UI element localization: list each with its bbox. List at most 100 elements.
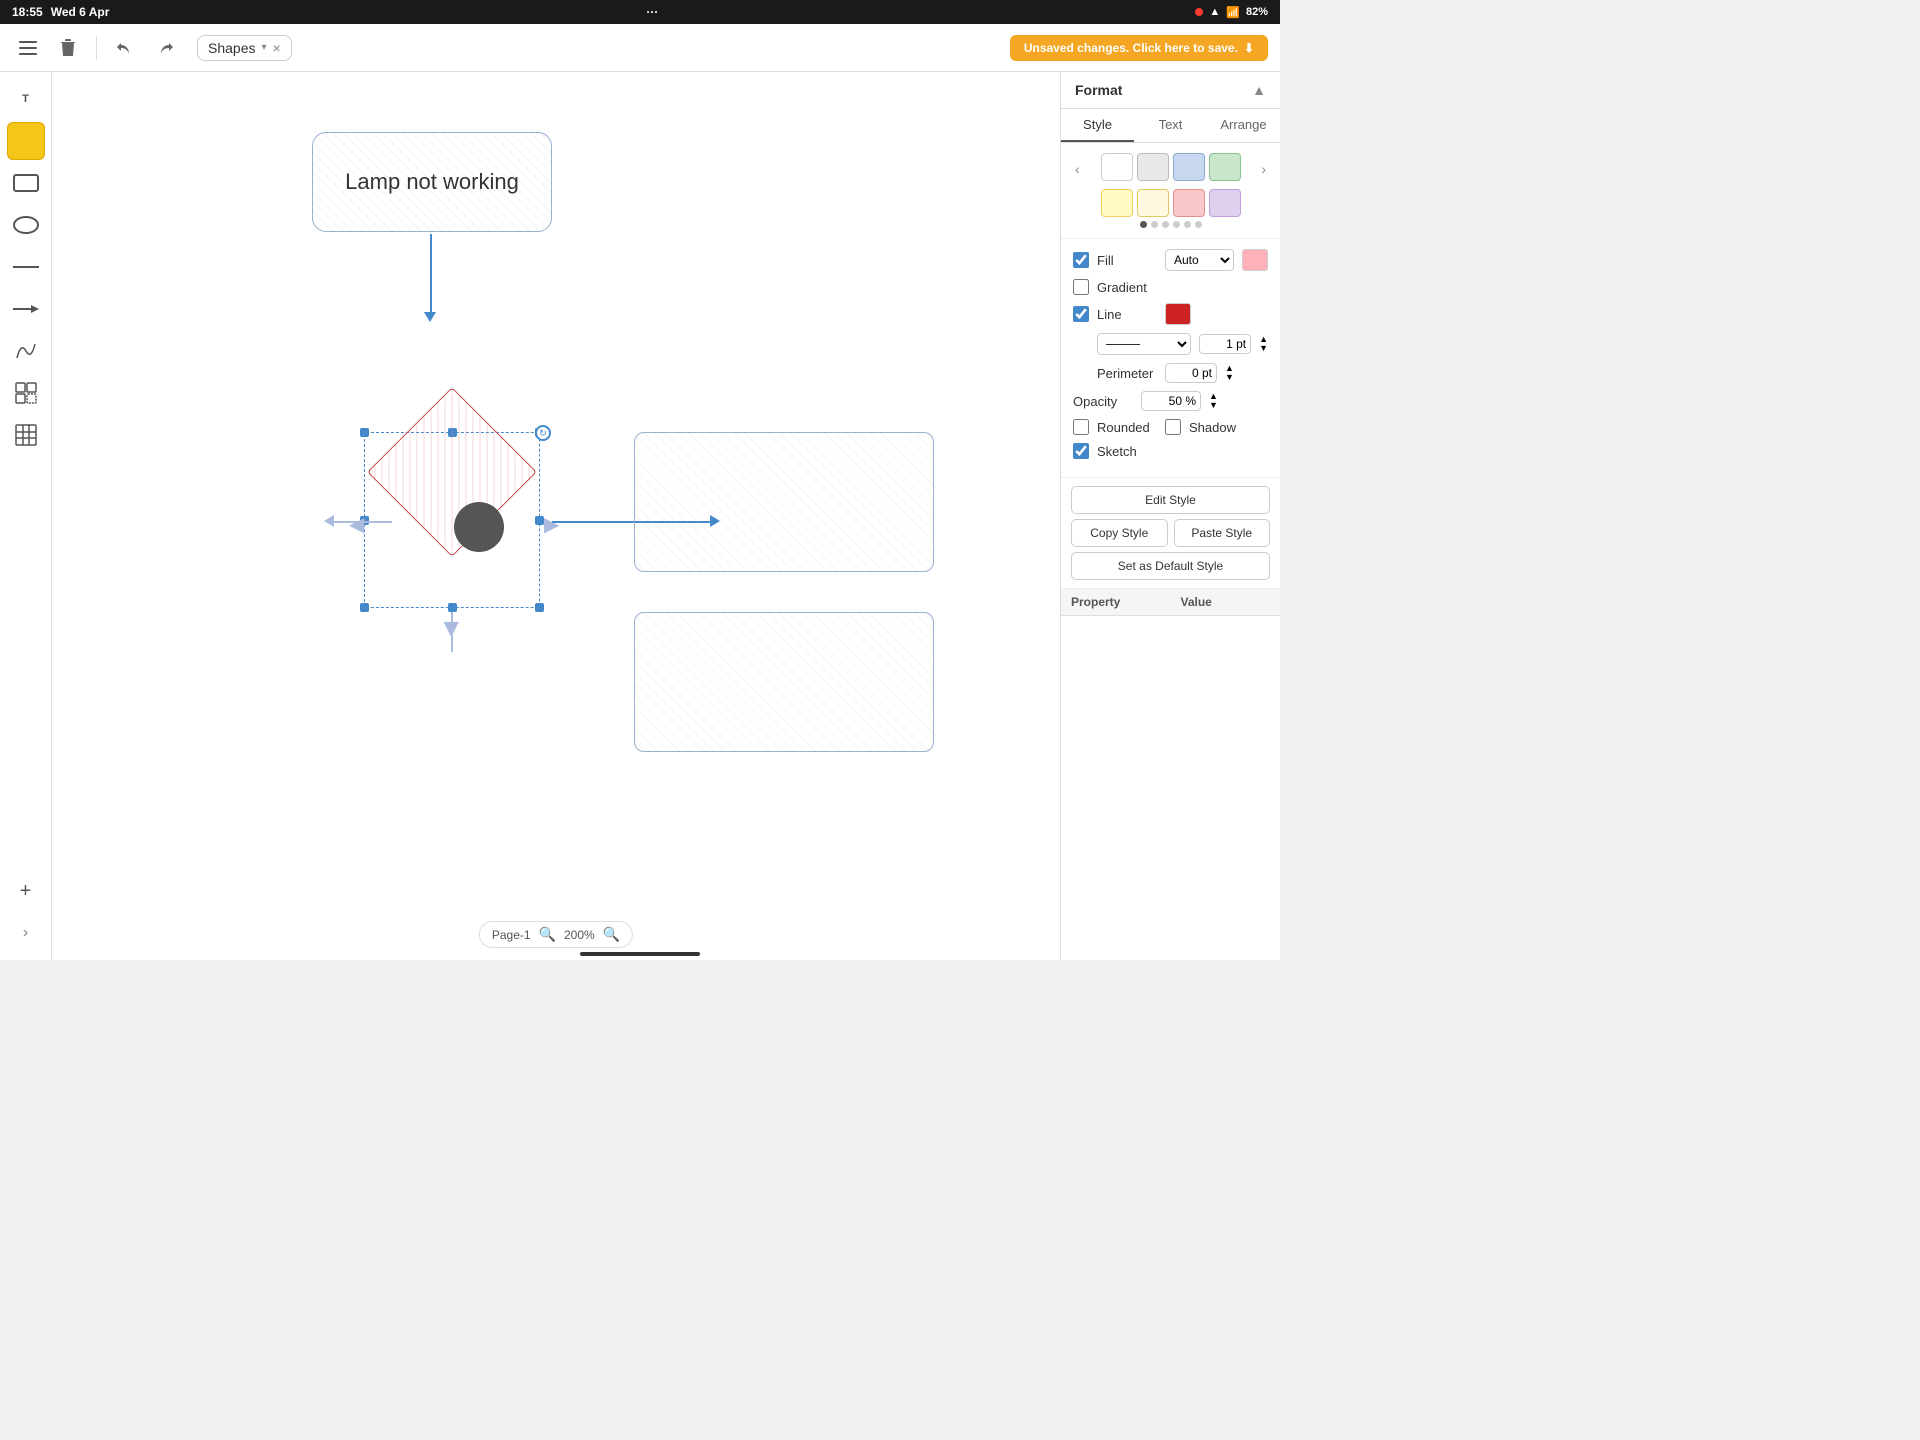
tool-table[interactable] <box>7 416 45 454</box>
line-style-dropdown[interactable]: ──── <box>1097 333 1191 355</box>
tool-freehand[interactable] <box>7 332 45 370</box>
handle-bc[interactable] <box>448 603 457 612</box>
save-banner[interactable]: Unsaved changes. Click here to save. ⬇ <box>1010 35 1268 61</box>
handle-mr[interactable] <box>535 516 544 525</box>
save-icon: ⬇ <box>1244 41 1254 55</box>
swatch-dot-4[interactable] <box>1173 221 1180 228</box>
rotate-handle[interactable]: ↻ <box>535 425 551 441</box>
right-panel: Format ▲ Style Text Arrange ‹ › <box>1060 72 1280 960</box>
line-checkbox[interactable] <box>1073 306 1089 322</box>
lamp-box-label: Lamp not working <box>345 169 519 195</box>
panel-title: Format <box>1075 82 1122 98</box>
tool-yellow-box[interactable] <box>7 122 45 160</box>
tool-more[interactable]: › <box>7 914 45 952</box>
perimeter-down[interactable]: ▼ <box>1225 373 1234 382</box>
gradient-label: Gradient <box>1097 280 1157 295</box>
filename-chevron: ▾ <box>261 42 266 53</box>
copy-paste-row: Copy Style Paste Style <box>1071 519 1270 547</box>
status-bar: 18:55 Wed 6 Apr ··· ▲ 📶 82% <box>0 0 1280 24</box>
swatch-dot-5[interactable] <box>1184 221 1191 228</box>
set-default-style-button[interactable]: Set as Default Style <box>1071 552 1270 580</box>
rounded-label: Rounded <box>1097 420 1157 435</box>
line-width-down[interactable]: ▼ <box>1259 344 1268 353</box>
circle-indicator[interactable] <box>454 502 504 552</box>
delete-button[interactable] <box>52 32 84 64</box>
close-tab-button[interactable]: × <box>273 40 281 56</box>
rounded-checkbox[interactable] <box>1073 419 1089 435</box>
handle-br[interactable] <box>535 603 544 612</box>
sketch-checkbox[interactable] <box>1073 443 1089 459</box>
handle-bl[interactable] <box>360 603 369 612</box>
canvas[interactable]: Lamp not working ↻ ◀ ▶ <box>52 72 1060 960</box>
perimeter-input[interactable] <box>1165 363 1217 383</box>
arrow-down-2 <box>451 612 453 652</box>
handle-tl[interactable] <box>360 428 369 437</box>
tool-line[interactable] <box>7 248 45 286</box>
tool-add[interactable]: + <box>7 872 45 910</box>
right-box[interactable] <box>634 432 934 572</box>
bottom-box[interactable] <box>634 612 934 752</box>
toolbar: Shapes ▾ × Unsaved changes. Click here t… <box>0 24 1280 72</box>
shadow-checkbox[interactable] <box>1165 419 1181 435</box>
line-color-swatch[interactable] <box>1165 303 1191 325</box>
tool-shapes[interactable] <box>7 374 45 412</box>
swatch-dot-6[interactable] <box>1195 221 1202 228</box>
battery-icon: 82% <box>1246 6 1268 18</box>
copy-style-button[interactable]: Copy Style <box>1071 519 1168 547</box>
tool-arrow[interactable] <box>7 290 45 328</box>
gradient-row: Gradient <box>1073 279 1268 295</box>
tool-ellipse[interactable] <box>7 206 45 244</box>
tab-style[interactable]: Style <box>1061 109 1134 142</box>
swatch-next-arrow[interactable]: › <box>1257 159 1270 179</box>
dots-indicator: ··· <box>646 5 658 19</box>
tab-arrange[interactable]: Arrange <box>1207 109 1280 142</box>
zoom-level: 200% <box>564 928 595 942</box>
filename-label: Shapes <box>208 40 255 56</box>
arrowhead-1 <box>424 312 436 322</box>
fill-checkbox[interactable] <box>1073 252 1089 268</box>
swatch-light-yellow[interactable] <box>1137 189 1169 217</box>
swatch-pink[interactable] <box>1173 189 1205 217</box>
perimeter-label: Perimeter <box>1097 366 1157 381</box>
fill-row: Fill Auto <box>1073 249 1268 271</box>
swatch-yellow[interactable] <box>1101 189 1133 217</box>
undo-button[interactable] <box>109 32 141 64</box>
edit-style-button[interactable]: Edit Style <box>1071 486 1270 514</box>
zoom-out-button[interactable]: 🔍 <box>539 926 556 943</box>
swatch-light-blue[interactable] <box>1173 153 1205 181</box>
opacity-input[interactable] <box>1141 391 1201 411</box>
swatch-dot-3[interactable] <box>1162 221 1169 228</box>
opacity-label: Opacity <box>1073 394 1133 409</box>
panel-options: Fill Auto Gradient Line ──── <box>1061 238 1280 477</box>
panel-collapse-button[interactable]: ▲ <box>1252 82 1266 98</box>
expand-right[interactable]: ▶ <box>544 512 559 537</box>
paste-style-button[interactable]: Paste Style <box>1174 519 1271 547</box>
panel-tabs: Style Text Arrange <box>1061 109 1280 143</box>
opacity-row: Opacity ▲ ▼ <box>1073 391 1268 411</box>
swatch-light-gray[interactable] <box>1137 153 1169 181</box>
zoom-in-button[interactable]: 🔍 <box>603 926 620 943</box>
lamp-box[interactable]: Lamp not working <box>312 132 552 232</box>
style-swatches: ‹ › <box>1061 143 1280 238</box>
gradient-checkbox[interactable] <box>1073 279 1089 295</box>
swatch-prev-arrow[interactable]: ‹ <box>1071 159 1084 179</box>
swatch-light-green[interactable] <box>1209 153 1241 181</box>
tool-text[interactable]: T <box>7 80 45 118</box>
swatch-dot-1[interactable] <box>1140 221 1147 228</box>
menu-button[interactable] <box>12 32 44 64</box>
panel-header: Format ▲ <box>1061 72 1280 109</box>
fill-color-swatch[interactable] <box>1242 249 1268 271</box>
tool-rectangle[interactable] <box>7 164 45 202</box>
swatch-dot-2[interactable] <box>1151 221 1158 228</box>
opacity-down[interactable]: ▼ <box>1209 401 1218 410</box>
arrow-down-1 <box>430 234 432 314</box>
recording-dot <box>1195 8 1203 16</box>
swatch-white[interactable] <box>1101 153 1133 181</box>
expand-left[interactable]: ◀ <box>349 512 364 537</box>
swatch-lavender[interactable] <box>1209 189 1241 217</box>
filename-pill[interactable]: Shapes ▾ × <box>197 35 292 61</box>
redo-button[interactable] <box>149 32 181 64</box>
fill-dropdown[interactable]: Auto <box>1165 249 1234 271</box>
line-width-input[interactable] <box>1199 334 1251 354</box>
tab-text[interactable]: Text <box>1134 109 1207 142</box>
